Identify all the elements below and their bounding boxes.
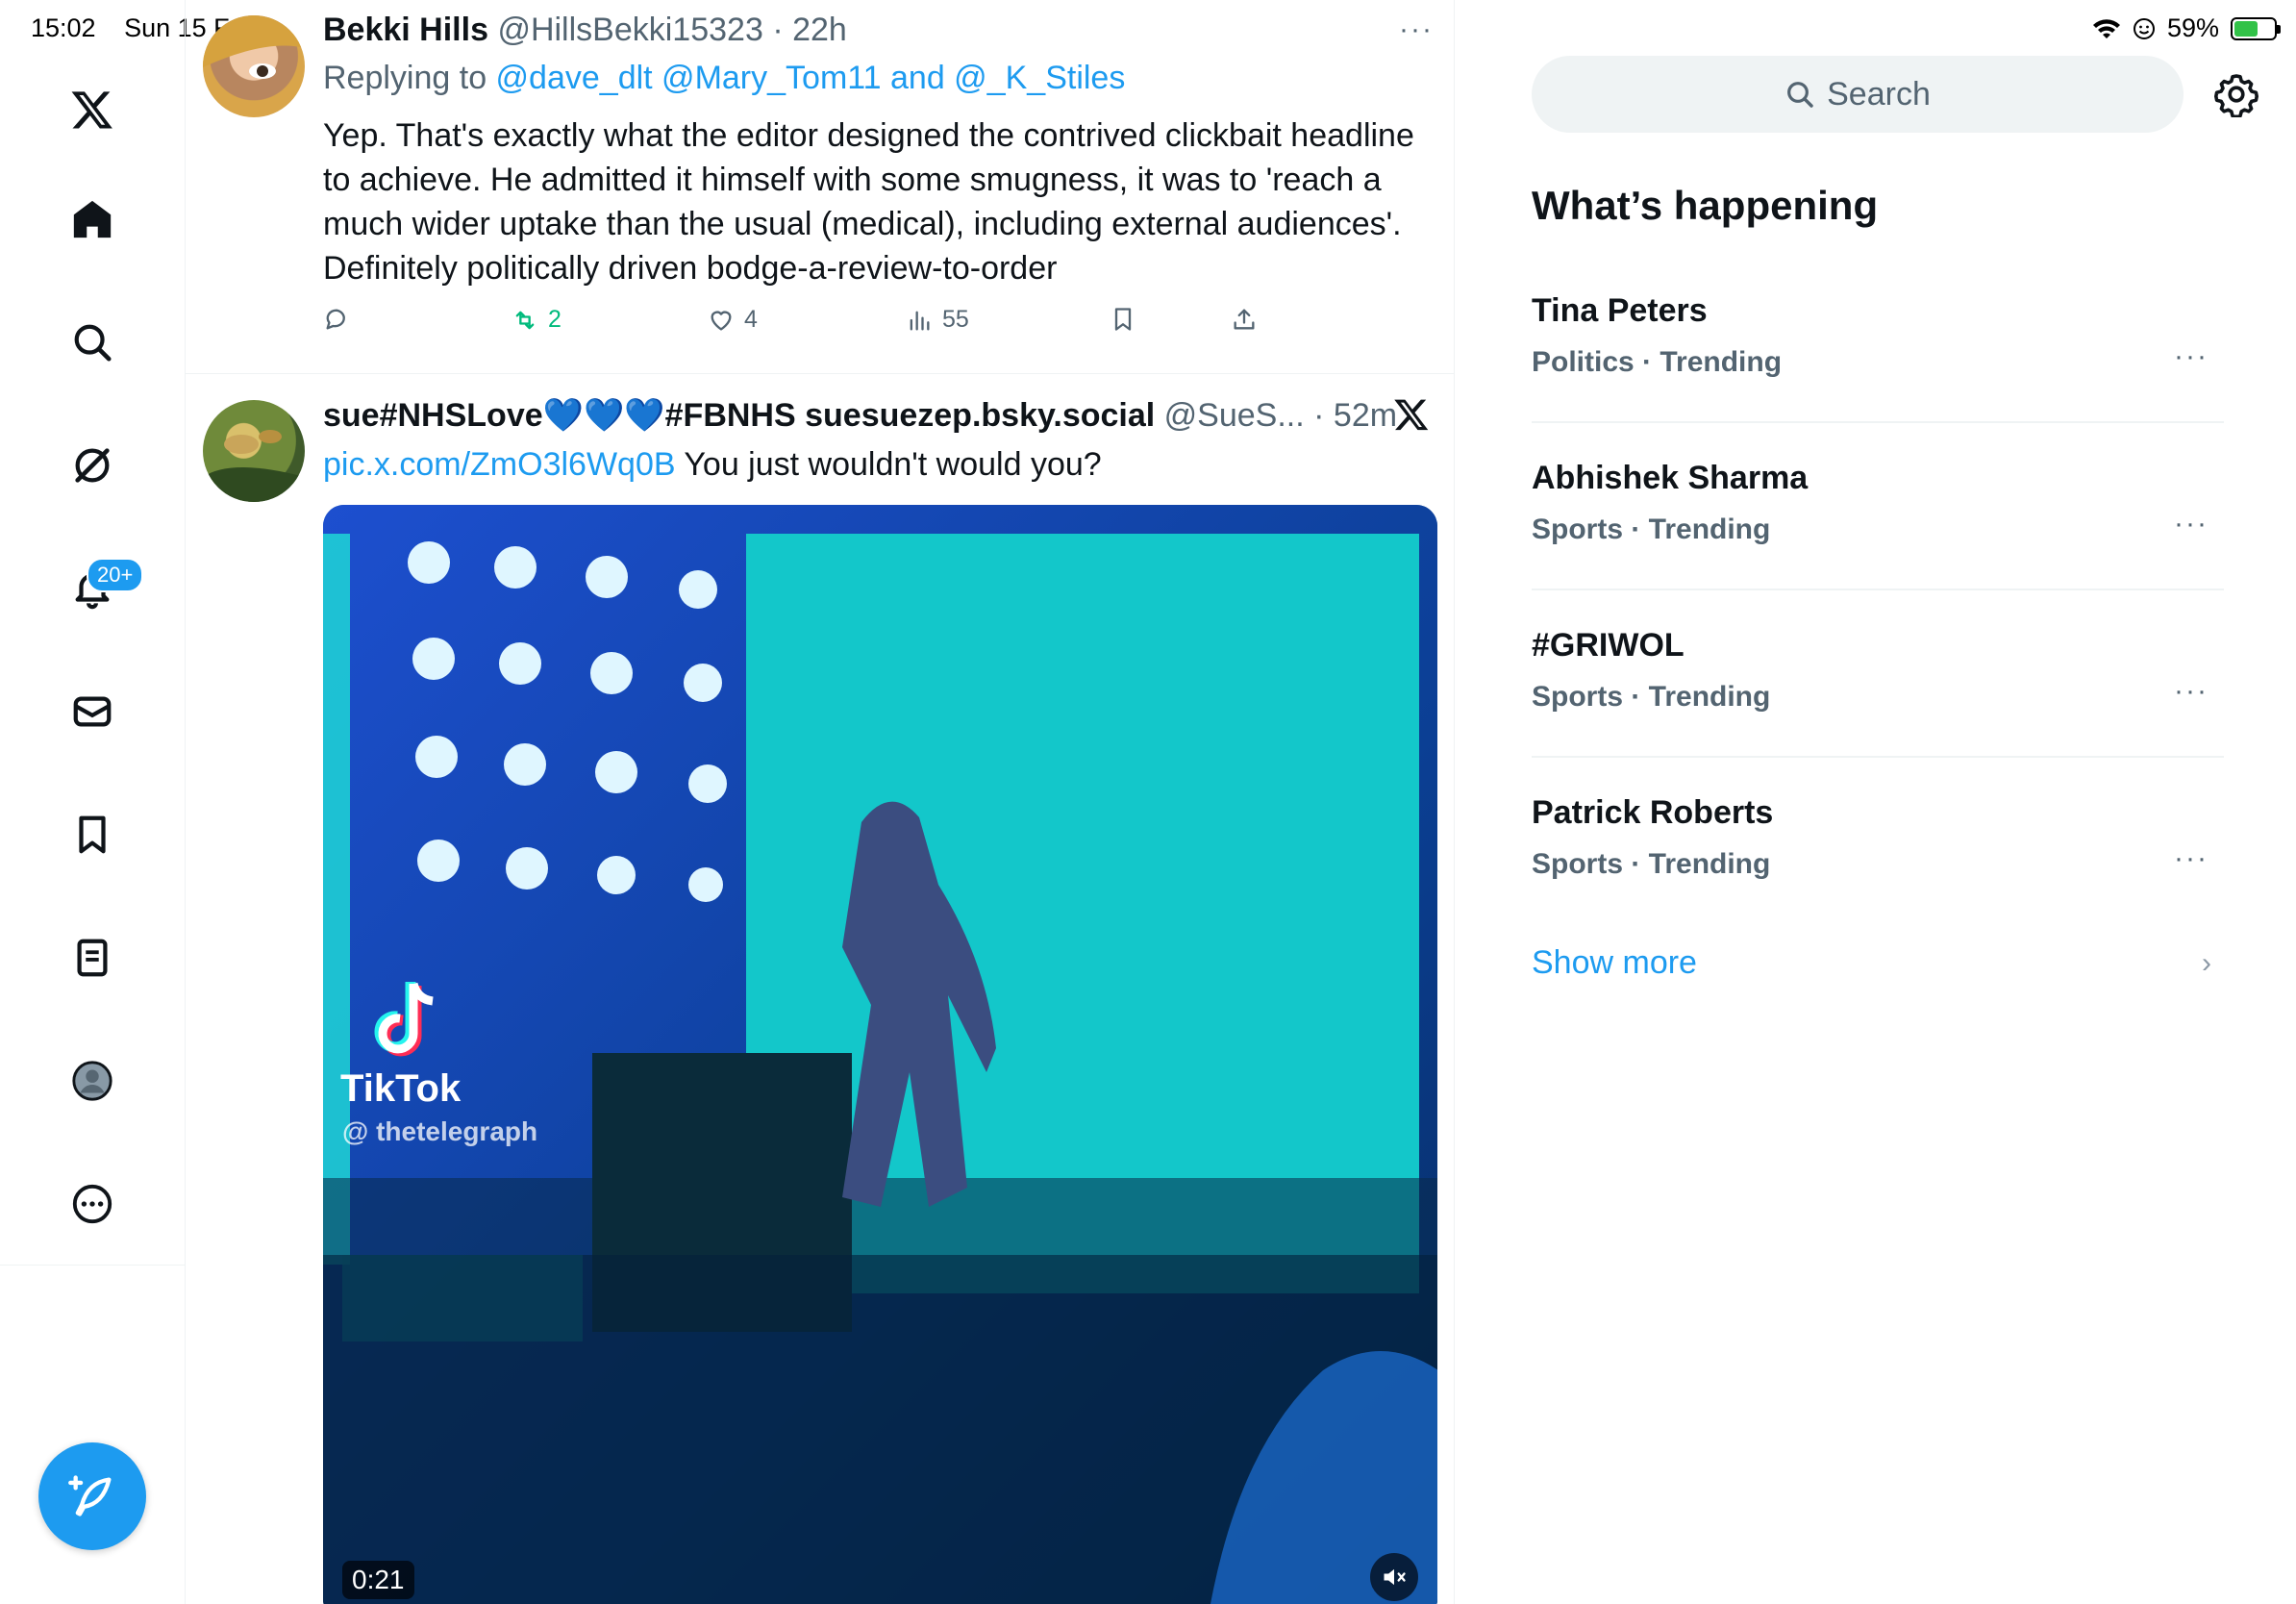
tweet-header: sue#NHSLove💙💙💙#FBNHS suesuezep.bsky.soci… <box>323 396 1397 435</box>
grok-icon[interactable] <box>62 435 123 496</box>
tweet-time[interactable]: · 52m <box>1313 397 1397 434</box>
tiktok-logo-icon <box>374 982 434 1057</box>
tweet-link[interactable]: pic.x.com/ZmO3l6Wq0B <box>323 446 676 483</box>
search-placeholder: Search <box>1827 75 1931 113</box>
wifi-icon <box>2092 18 2120 38</box>
trend-item[interactable]: Abhishek Sharma Sports · Trending ··· <box>1532 460 2224 627</box>
video-duration: 0:21 <box>342 1561 414 1599</box>
x-source-icon <box>1393 396 1430 438</box>
trend-name: #GRIWOL <box>1532 627 1685 664</box>
trend-name: Abhishek Sharma <box>1532 460 1809 496</box>
left-nav: 20+ <box>0 0 186 1604</box>
home-icon[interactable] <box>62 188 123 250</box>
compose-button[interactable] <box>38 1442 146 1550</box>
show-more-link[interactable]: Show more <box>1532 944 1697 982</box>
chevron-right-icon: › <box>2202 947 2211 979</box>
lists-icon[interactable] <box>62 927 123 989</box>
trend-meta: Sports · Trending <box>1532 514 1771 545</box>
more-icon[interactable] <box>62 1173 123 1235</box>
nav-divider <box>0 1265 186 1266</box>
status-bar-right: 59% <box>2092 13 2281 43</box>
compose-quill-icon <box>68 1475 112 1516</box>
x-logo-icon[interactable] <box>62 79 123 140</box>
focus-icon <box>2133 17 2155 39</box>
search-icon[interactable] <box>62 312 123 373</box>
search-input[interactable]: Search <box>1532 56 2184 133</box>
profile-icon[interactable] <box>62 1050 123 1112</box>
video-player[interactable]: TikTok @ thetelegraph 0:21 <box>323 505 1437 1604</box>
trend-name: Tina Peters <box>1532 292 1708 329</box>
bookmarks-icon[interactable] <box>62 804 123 865</box>
messages-icon[interactable] <box>62 681 123 742</box>
avatar[interactable] <box>203 400 305 502</box>
trend-meta: Politics · Trending <box>1532 346 1783 378</box>
tiktok-watermark: TikTok <box>340 1067 462 1110</box>
trend-divider <box>1532 589 2224 590</box>
trend-more-button[interactable]: ··· <box>2174 340 2209 373</box>
speaker-muted-icon <box>1384 1568 1406 1586</box>
battery-icon <box>2231 16 2281 40</box>
trend-more-button[interactable]: ··· <box>2174 842 2209 875</box>
mute-button[interactable] <box>1370 1553 1418 1601</box>
battery-percent: 59% <box>2166 13 2219 42</box>
tweet-text-content: You just wouldn't would you? <box>675 446 1102 483</box>
trend-meta: Sports · Trending <box>1532 848 1771 880</box>
tweet-text: pic.x.com/ZmO3l6Wq0B You just wouldn't w… <box>323 442 1429 487</box>
tweet[interactable]: sue#NHSLove💙💙💙#FBNHS suesuezep.bsky.soci… <box>186 0 1454 1604</box>
trend-meta: Sports · Trending <box>1532 681 1771 713</box>
trend-more-button[interactable]: ··· <box>2174 508 2209 540</box>
whats-happening-heading: What’s happening <box>1532 183 1879 228</box>
search-icon <box>1787 82 1813 108</box>
author-handle[interactable]: @SueS... <box>1164 397 1305 434</box>
trend-item[interactable]: Patrick Roberts Sports · Trending ··· <box>1532 794 2224 962</box>
notifications-badge: 20+ <box>87 558 144 592</box>
trend-item[interactable]: #GRIWOL Sports · Trending ··· <box>1532 627 2224 794</box>
trend-divider <box>1532 421 2224 423</box>
trend-more-button[interactable]: ··· <box>2174 675 2209 708</box>
trend-divider <box>1532 756 2224 758</box>
video-frame <box>323 505 1437 1604</box>
trend-item[interactable]: Tina Peters Politics · Trending ··· <box>1532 292 2224 460</box>
timeline: Bekki Hills @HillsBekki15323 · 22h ··· R… <box>186 0 1455 1604</box>
author-name[interactable]: sue#NHSLove💙💙💙#FBNHS suesuezep.bsky.soci… <box>323 397 1155 434</box>
settings-gear-icon[interactable] <box>2213 71 2259 119</box>
trend-name: Patrick Roberts <box>1532 794 1774 831</box>
tiktok-username: @ thetelegraph <box>342 1116 538 1146</box>
